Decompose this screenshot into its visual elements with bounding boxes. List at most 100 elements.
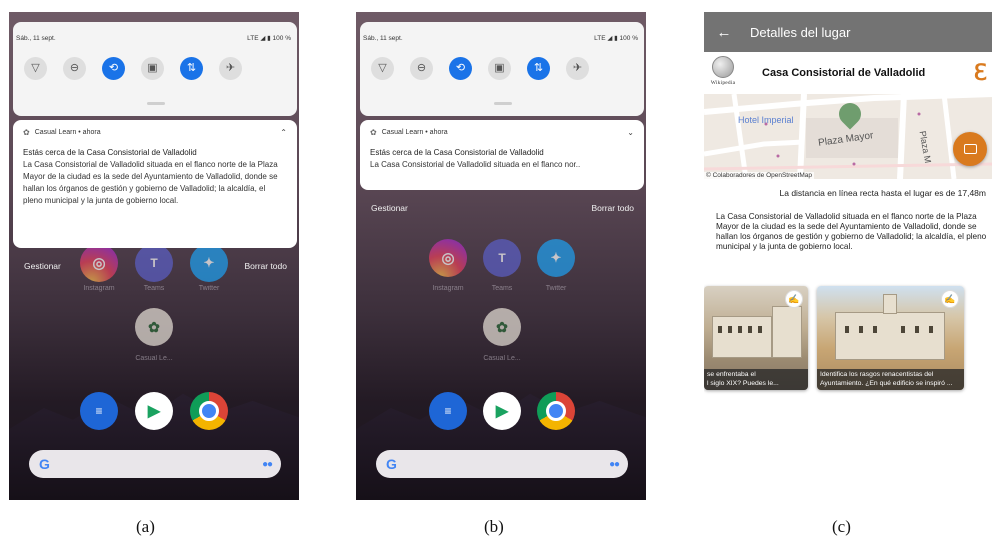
screen-c-place-details: ← Detalles del lugar Wikipedia Casa Cons… — [704, 12, 992, 500]
casual-learn-small-icon: ✿ — [23, 128, 30, 137]
wikipedia-globe-icon — [712, 56, 734, 78]
map-attribution: © Colaboradores de OpenStreetMap — [704, 172, 814, 179]
status-text: LTE ◢ ▮ 100 % — [594, 35, 638, 42]
clear-all-button[interactable]: Borrar todo — [244, 261, 287, 271]
distance-text: La distancia en línea recta hasta el lug… — [779, 188, 987, 198]
wifi-icon[interactable]: ▽ — [24, 57, 47, 80]
casual-learn-small-icon: ✿ — [370, 128, 377, 137]
google-search-bar[interactable]: G ● ● — [376, 450, 628, 478]
notification-header: ✿ Casual Learn • ahora ⌃ — [23, 128, 287, 137]
listen-ear-icon[interactable]: ℇ — [973, 60, 987, 86]
quick-tiles: ▽ ⊖ ⟲ ▣ ⇅ ✈ — [371, 57, 589, 80]
teams-label: Teams — [491, 285, 513, 292]
instagram-app-icon[interactable]: ◎ — [429, 239, 467, 277]
play-store-app-icon[interactable]: ▶ — [483, 392, 521, 430]
mobile-data-icon[interactable]: ⇅ — [180, 57, 203, 80]
place-description: La Casa Consistorial de Valladolid situa… — [716, 212, 987, 251]
twitter-label: Twitter — [198, 285, 220, 292]
task-type-icon: ✍ — [941, 290, 959, 308]
notification-card[interactable]: ✿ Casual Learn • ahora ⌄ Estás cerca de … — [360, 120, 644, 190]
status-indicators: LTE ◢ ▮ 100 % — [594, 34, 638, 42]
status-date: Sáb., 11 sept. — [363, 35, 403, 42]
notification-app-name: Casual Learn • ahora — [381, 129, 448, 136]
mobile-data-icon[interactable]: ⇅ — [527, 57, 550, 80]
casual-learn-label: Casual Le... — [483, 355, 521, 362]
google-search-bar[interactable]: G ● ● — [29, 450, 281, 478]
status-date: Sáb., 11 sept. — [16, 35, 56, 42]
airplane-icon[interactable]: ✈ — [219, 57, 242, 80]
back-arrow-icon[interactable]: ← — [704, 24, 744, 41]
instagram-label: Instagram — [83, 285, 115, 292]
task-card-caption: Identifica los rasgos renacentistas del … — [817, 369, 964, 390]
battery-saver-icon[interactable]: ▣ — [488, 57, 511, 80]
task-card[interactable]: ✍ Identifica los rasgos renacentistas de… — [817, 286, 964, 390]
google-g-icon: G — [386, 456, 397, 472]
google-g-icon: G — [39, 456, 50, 472]
chrome-app-icon[interactable] — [537, 392, 575, 430]
assistant-icon[interactable]: ● ● — [262, 459, 273, 470]
messages-app-icon[interactable]: ≡ — [429, 392, 467, 430]
screen-b-collapsed-notification: ◎ Instagram T Teams ✦ Twitter ✿ Casual L… — [356, 12, 646, 500]
assistant-icon[interactable]: ● ● — [609, 459, 620, 470]
caption-a: (a) — [136, 517, 155, 536]
airplane-icon[interactable]: ✈ — [566, 57, 589, 80]
twitter-app-icon[interactable]: ✦ — [190, 244, 228, 282]
status-text: LTE ◢ ▮ 100 % — [247, 35, 291, 42]
quick-tiles: ▽ ⊖ ⟲ ▣ ⇅ ✈ — [24, 57, 242, 80]
notification-title: Estás cerca de la Casa Consistorial de V… — [23, 148, 197, 157]
instagram-label: Instagram — [432, 285, 464, 292]
notification-body: La Casa Consistorial de Valladolid situa… — [23, 160, 278, 205]
status-indicators: LTE ◢ ▮ 100 % — [247, 34, 291, 42]
quick-settings-panel: Sáb., 11 sept. LTE ◢ ▮ 100 % ▽ ⊖ ⟲ ▣ ⇅ ✈ — [360, 22, 644, 116]
dnd-icon[interactable]: ⊖ — [63, 57, 86, 80]
fullscreen-map-button[interactable] — [953, 132, 987, 166]
teams-app-icon[interactable]: T — [135, 244, 173, 282]
notification-app-name: Casual Learn • ahora — [34, 129, 101, 136]
screen-a-expanded-notification: ◎ Instagram T Teams ✦ Twitter ✿ Casual L… — [9, 12, 299, 500]
teams-app-icon[interactable]: T — [483, 239, 521, 277]
map-label-hotel: Hotel Imperial — [738, 115, 794, 125]
manage-button[interactable]: Gestionar — [24, 261, 61, 271]
notification-body: La Casa Consistorial de Valladolid situa… — [370, 160, 581, 169]
chevron-down-icon[interactable]: ⌄ — [627, 128, 634, 137]
notification-title: Estás cerca de la Casa Consistorial de V… — [370, 148, 544, 157]
drag-handle[interactable] — [494, 102, 512, 105]
teams-label: Teams — [143, 285, 165, 292]
clear-all-button[interactable]: Borrar todo — [591, 203, 634, 213]
notification-header: ✿ Casual Learn • ahora ⌄ — [370, 128, 634, 137]
drag-handle[interactable] — [147, 102, 165, 105]
task-caption-line-2: l siglo XIX? Puedes le... — [707, 379, 779, 387]
app-bar-title: Detalles del lugar — [750, 24, 851, 40]
chrome-app-icon[interactable] — [190, 392, 228, 430]
place-name: Casa Consistorial de Valladolid — [762, 67, 926, 79]
auto-rotate-icon[interactable]: ⟲ — [449, 57, 472, 80]
dnd-icon[interactable]: ⊖ — [410, 57, 433, 80]
wikipedia-logo[interactable]: Wikipedia — [708, 56, 738, 86]
auto-rotate-icon[interactable]: ⟲ — [102, 57, 125, 80]
map-view[interactable]: Hotel Imperial Plaza Mayor Plaza M © Col… — [704, 94, 992, 179]
task-card[interactable]: ✍ se enfrentaba el l siglo XIX? Puedes l… — [704, 286, 808, 390]
play-store-app-icon[interactable]: ▶ — [135, 392, 173, 430]
wifi-icon[interactable]: ▽ — [371, 57, 394, 80]
chevron-up-icon[interactable]: ⌃ — [280, 128, 287, 137]
quick-settings-panel: Sáb., 11 sept. LTE ◢ ▮ 100 % ▽ ⊖ ⟲ ▣ ⇅ ✈ — [13, 22, 297, 116]
wikipedia-wordmark: Wikipedia — [710, 80, 736, 86]
task-caption-line-1: se enfrentaba el — [707, 371, 756, 378]
task-caption-line-2: Ayuntamiento. ¿En qué edificio se inspir… — [820, 379, 953, 387]
caption-c: (c) — [832, 517, 851, 536]
task-type-icon: ✍ — [785, 290, 803, 308]
caption-b: (b) — [484, 517, 504, 536]
notification-card[interactable]: ✿ Casual Learn • ahora ⌃ Estás cerca de … — [13, 120, 297, 248]
instagram-app-icon[interactable]: ◎ — [80, 244, 118, 282]
casual-learn-app-icon[interactable]: ✿ — [483, 308, 521, 346]
fullscreen-icon — [963, 144, 977, 154]
manage-button[interactable]: Gestionar — [371, 203, 408, 213]
twitter-app-icon[interactable]: ✦ — [537, 239, 575, 277]
battery-saver-icon[interactable]: ▣ — [141, 57, 164, 80]
app-bar: ← Detalles del lugar — [704, 12, 992, 52]
messages-app-icon[interactable]: ≡ — [80, 392, 118, 430]
twitter-label: Twitter — [545, 285, 567, 292]
place-header: Wikipedia Casa Consistorial de Valladoli… — [704, 54, 992, 94]
casual-learn-app-icon[interactable]: ✿ — [135, 308, 173, 346]
casual-learn-label: Casual Le... — [135, 355, 173, 362]
